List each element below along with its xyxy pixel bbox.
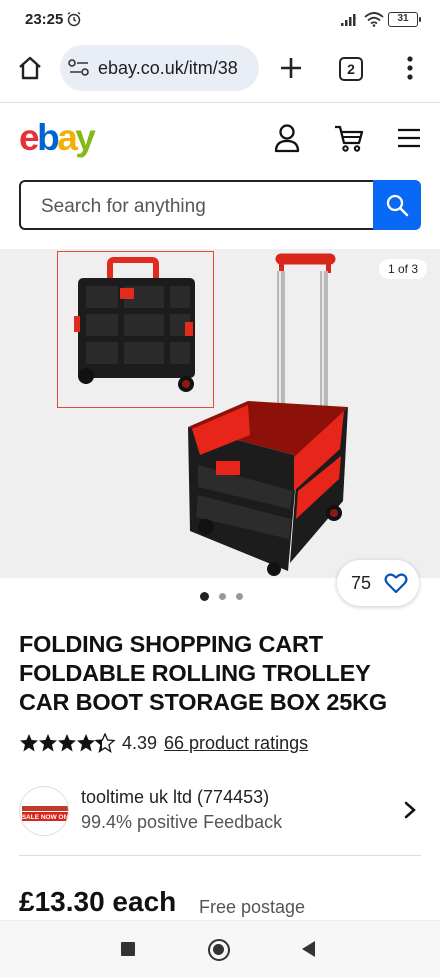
logo-letter-a: a xyxy=(57,117,78,158)
battery-level: 31 xyxy=(397,13,409,24)
carousel-dot-1[interactable] xyxy=(200,592,209,601)
section-divider xyxy=(19,855,421,856)
price-row: £13.30 each Free postage xyxy=(19,886,429,922)
seller-logo-text: SALE NOW ON xyxy=(22,814,69,821)
system-nav-bar xyxy=(0,920,440,978)
watch-button[interactable]: 75 xyxy=(337,560,419,606)
account-icon[interactable] xyxy=(273,123,301,153)
alarm-icon xyxy=(67,11,81,27)
ebay-header: ebay xyxy=(0,103,440,175)
more-vert-icon[interactable] xyxy=(398,54,422,82)
status-bar: 23:25 . 31 xyxy=(0,0,440,40)
image-gallery[interactable]: 1 of 3 xyxy=(0,249,440,578)
status-time: 23:25 xyxy=(25,11,64,28)
plus-icon[interactable] xyxy=(276,53,306,83)
postage-info: Free postage xyxy=(199,897,306,917)
search-input[interactable] xyxy=(41,196,361,218)
address-bar[interactable]: ebay.co.uk/itm/38 xyxy=(60,45,259,91)
search-box[interactable] xyxy=(19,180,374,230)
hamburger-icon[interactable] xyxy=(397,127,421,149)
home-icon[interactable] xyxy=(16,54,44,82)
logo-letter-b: b xyxy=(37,117,60,158)
product-ratings-link[interactable]: 66 product ratings xyxy=(164,733,308,754)
watch-count: 75 xyxy=(351,573,372,593)
svg-text:.: . xyxy=(356,15,357,21)
signal-icon: . xyxy=(341,14,357,26)
heart-icon xyxy=(384,573,408,594)
seller-feedback: 99.4% positive Feedback xyxy=(81,812,283,832)
logo-letter-y: y xyxy=(75,117,96,158)
seller-logo: SALE NOW ON xyxy=(22,806,69,821)
logo-letter-e: e xyxy=(19,117,40,158)
main-product-image xyxy=(188,253,348,576)
tab-count: 2 xyxy=(347,61,355,77)
seller-name[interactable]: tooltime uk ltd (774453) xyxy=(81,787,269,808)
site-settings-icon[interactable] xyxy=(68,59,90,77)
rating-row: 4.39 66 product ratings xyxy=(19,733,429,755)
cart-icon[interactable] xyxy=(334,123,364,153)
carousel-dot-3[interactable] xyxy=(236,593,243,600)
search-icon xyxy=(386,194,409,217)
back-button[interactable] xyxy=(302,941,315,957)
image-counter: 1 of 3 xyxy=(379,259,427,279)
url-text[interactable]: ebay.co.uk/itm/38 xyxy=(98,58,238,79)
browser-toolbar: ebay.co.uk/itm/38 2 xyxy=(0,40,440,100)
item-price: £13.30 each xyxy=(19,886,177,917)
carousel-dots[interactable] xyxy=(200,592,246,602)
seller-avatar: SALE NOW ON xyxy=(19,786,69,836)
rating-value: 4.39 xyxy=(122,733,158,753)
search-button[interactable] xyxy=(373,180,421,230)
battery-icon: 31 xyxy=(388,12,421,27)
item-title: FOLDING SHOPPING CART FOLDABLE ROLLING T… xyxy=(19,631,388,715)
chevron-right-icon[interactable] xyxy=(403,800,417,820)
ebay-logo[interactable]: ebay xyxy=(19,117,96,158)
seller-info[interactable]: SALE NOW ON tooltime uk ltd (774453) 99.… xyxy=(19,780,421,842)
tabs-icon[interactable]: 2 xyxy=(339,57,363,81)
home-button[interactable] xyxy=(208,939,230,961)
star-rating xyxy=(20,733,115,753)
wifi-icon xyxy=(364,12,384,27)
recents-button[interactable] xyxy=(121,942,135,956)
carousel-dot-2[interactable] xyxy=(219,593,226,600)
